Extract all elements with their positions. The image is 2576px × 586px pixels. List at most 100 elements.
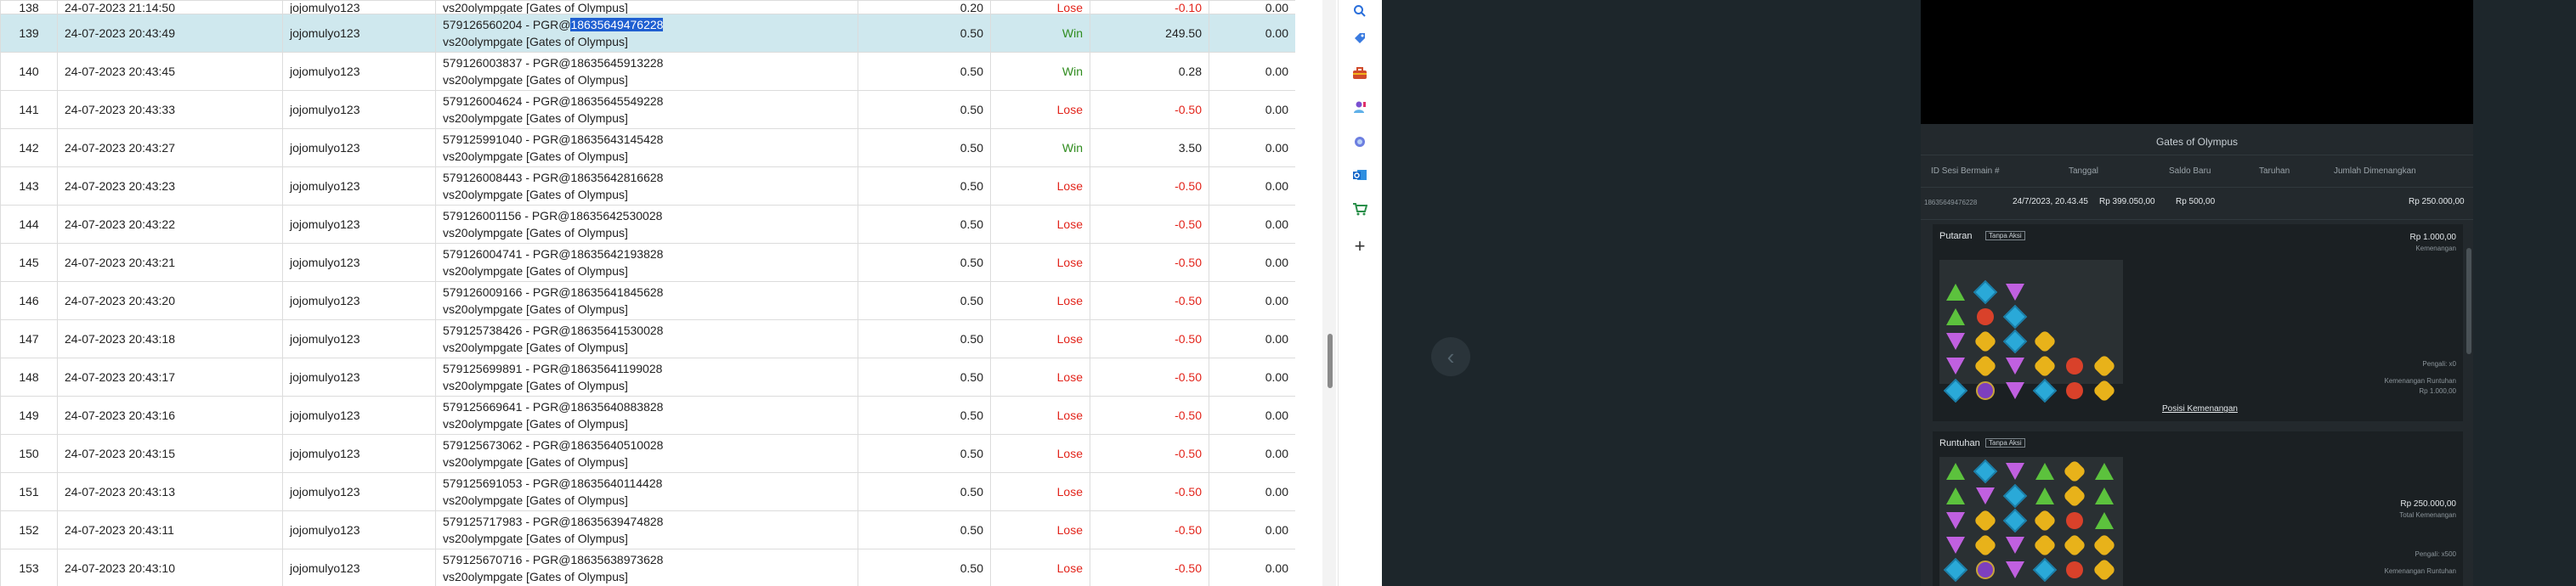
table-row[interactable]: 143 24-07-2023 20:43:23 jojomulyo123 579126…: [0, 166, 1295, 206]
transaction-id-prefix: 579126001156 - PGR@18635642530028: [443, 209, 663, 223]
row-number: 143: [0, 166, 58, 206]
cascade-total-amount: Rp 250.000,00: [2400, 499, 2456, 509]
transaction-id: 579126001156 - PGR@18635642530028: [443, 207, 851, 224]
transaction-id: 579126003837 - PGR@18635645913228: [443, 54, 851, 71]
row-date: 24-07-2023 20:43:13: [57, 472, 283, 511]
page-scrollbar-thumb[interactable]: [1328, 334, 1333, 388]
reel-symbol: [2002, 304, 2028, 330]
table-row[interactable]: 150 24-07-2023 20:43:15 jojomulyo123 579125…: [0, 434, 1295, 473]
transaction-id-prefix: 579126560204 - PGR@: [443, 18, 571, 31]
table-row[interactable]: 138 24-07-2023 21:14:50 jojomulyo123 vs20ol…: [0, 0, 1295, 14]
plus-icon[interactable]: +: [1351, 235, 1368, 256]
transaction-id: 579126004624 - PGR@18635645549228: [443, 93, 851, 110]
row-user: jojomulyo123: [282, 396, 436, 435]
table-row[interactable]: 147 24-07-2023 20:43:18 jojomulyo123 579125…: [0, 319, 1295, 358]
table-row[interactable]: 140 24-07-2023 20:43:45 jojomulyo123 579126…: [0, 52, 1295, 91]
win-amount-value: Rp 250.000,00: [2409, 197, 2465, 206]
row-bet: 0.50: [858, 281, 991, 320]
reel-symbol: [2093, 510, 2115, 532]
row-win-amount: 3.50: [1090, 128, 1209, 167]
table-row[interactable]: 141 24-07-2023 20:43:33 jojomulyo123 579126…: [0, 90, 1295, 129]
row-transaction: 579126009166 - PGR@18635641845628 vs20oly…: [435, 281, 858, 320]
row-balance: 0.00: [1209, 243, 1295, 282]
row-date: 24-07-2023 20:43:27: [57, 128, 283, 167]
spin-card-title: Putaran: [1939, 231, 1973, 241]
table-row[interactable]: 152 24-07-2023 20:43:11 jojomulyo123 579125…: [0, 510, 1295, 549]
reel-symbol: [2093, 460, 2115, 482]
circle-app-icon[interactable]: [1351, 133, 1368, 150]
outlook-icon[interactable]: [1351, 166, 1368, 183]
table-row[interactable]: 142 24-07-2023 20:43:27 jojomulyo123 579125…: [0, 128, 1295, 167]
row-date: 24-07-2023 20:43:20: [57, 281, 283, 320]
spin-reel-grid: [1939, 260, 2123, 403]
reel-symbol: [1974, 559, 1996, 581]
transaction-id-prefix: 579125699891 - PGR@18635641199028: [443, 362, 663, 375]
table-row[interactable]: 146 24-07-2023 20:43:20 jojomulyo123 579126…: [0, 281, 1295, 320]
row-status: Lose: [990, 396, 1090, 435]
row-balance: 0.00: [1209, 14, 1295, 53]
win-position-link[interactable]: Posisi Kemenangan: [2162, 404, 2238, 414]
row-number: 152: [0, 510, 58, 549]
row-status: Lose: [990, 472, 1090, 511]
row-transaction: 579126001156 - PGR@18635642530028 vs20oly…: [435, 205, 858, 244]
row-date: 24-07-2023 20:43:16: [57, 396, 283, 435]
reel-symbol: [1943, 378, 1968, 403]
row-status: Win: [990, 14, 1090, 53]
panel-scrollbar[interactable]: [2466, 248, 2471, 354]
shopping-cart-icon[interactable]: [1351, 200, 1368, 217]
transaction-id: 579126008443 - PGR@18635642816628: [443, 169, 851, 186]
row-number: 146: [0, 281, 58, 320]
betting-history-panel: 138 24-07-2023 21:14:50 jojomulyo123 vs20ol…: [0, 0, 1295, 586]
spin-card-tag: Tanpa Aksi: [1985, 231, 2025, 240]
transaction-id-prefix: 579125673062 - PGR@18635640510028: [443, 438, 664, 452]
row-user: jojomulyo123: [282, 319, 436, 358]
row-transaction: 579125991040 - PGR@18635643145428 vs20oly…: [435, 128, 858, 167]
row-user: jojomulyo123: [282, 510, 436, 549]
table-row[interactable]: 149 24-07-2023 20:43:16 jojomulyo123 579125…: [0, 396, 1295, 435]
header-win-amount: Jumlah Dimenangkan: [2334, 166, 2416, 176]
toolbox-icon[interactable]: [1351, 65, 1368, 82]
row-user: jojomulyo123: [282, 358, 436, 397]
table-row[interactable]: 145 24-07-2023 20:43:21 jojomulyo123 579126…: [0, 243, 1295, 282]
row-number: 149: [0, 396, 58, 435]
reel-symbol: [1945, 510, 1967, 532]
row-bet: 0.50: [858, 319, 991, 358]
row-number: 140: [0, 52, 58, 91]
row-win-amount: 249.50: [1090, 14, 1209, 53]
transaction-id-prefix: 579126004741 - PGR@18635642193828: [443, 247, 664, 261]
row-status: Win: [990, 52, 1090, 91]
reel-symbol: [1974, 485, 1996, 507]
cascade-card-title: Runtuhan: [1939, 438, 1980, 448]
person-icon[interactable]: [1351, 99, 1368, 116]
reel-symbol: [2032, 532, 2058, 558]
row-transaction: 579125673062 - PGR@18635640510028 vs20oly…: [435, 434, 858, 473]
table-row[interactable]: 148 24-07-2023 20:43:17 jojomulyo123 579125…: [0, 358, 1295, 397]
reel-symbol: [2064, 355, 2086, 377]
transaction-game: vs20olympgate [Gates of Olympus]: [443, 532, 628, 545]
row-win-amount: 0.28: [1090, 52, 1209, 91]
spin-card: Putaran Tanpa Aksi Rp 1.000,00 Kemenanga…: [1933, 224, 2463, 421]
tag-icon[interactable]: [1351, 30, 1368, 47]
transaction-id-prefix: 579126008443 - PGR@18635642816628: [443, 171, 664, 184]
table-row[interactable]: 151 24-07-2023 20:43:13 jojomulyo123 579125…: [0, 472, 1295, 511]
table-row[interactable]: 144 24-07-2023 20:43:22 jojomulyo123 579126…: [0, 205, 1295, 244]
page-scrollbar[interactable]: [1322, 0, 1336, 586]
row-bet: 0.50: [858, 52, 991, 91]
transaction-id-selection: 18635649476228: [570, 18, 664, 31]
row-status: Lose: [990, 90, 1090, 129]
search-icon[interactable]: [1351, 3, 1368, 20]
transaction-id: 579125670716 - PGR@18635638973628: [443, 551, 851, 568]
table-row[interactable]: 153 24-07-2023 20:43:10 jojomulyo123 579125…: [0, 549, 1295, 586]
table-row[interactable]: 139 24-07-2023 20:43:49 jojomulyo123 579126…: [0, 14, 1295, 53]
row-balance: 0.00: [1209, 472, 1295, 511]
transaction-id: 579125738426 - PGR@18635641530028: [443, 322, 851, 339]
transaction-id: 579126560204 - PGR@18635649476228: [443, 16, 851, 33]
reel-symbol: [2064, 510, 2086, 532]
spin-cascade-label: Kemenangan Runtuhan: [2384, 377, 2456, 385]
transaction-id-prefix: 579125717983 - PGR@18635639474828: [443, 515, 664, 528]
reel-symbol: [1973, 329, 1998, 354]
cascade-card-tag: Tanpa Aksi: [1985, 438, 2025, 448]
reel-symbol: [1945, 355, 1967, 377]
back-arrow-icon[interactable]: ‹: [1431, 337, 1470, 376]
row-bet: 0.50: [858, 472, 991, 511]
